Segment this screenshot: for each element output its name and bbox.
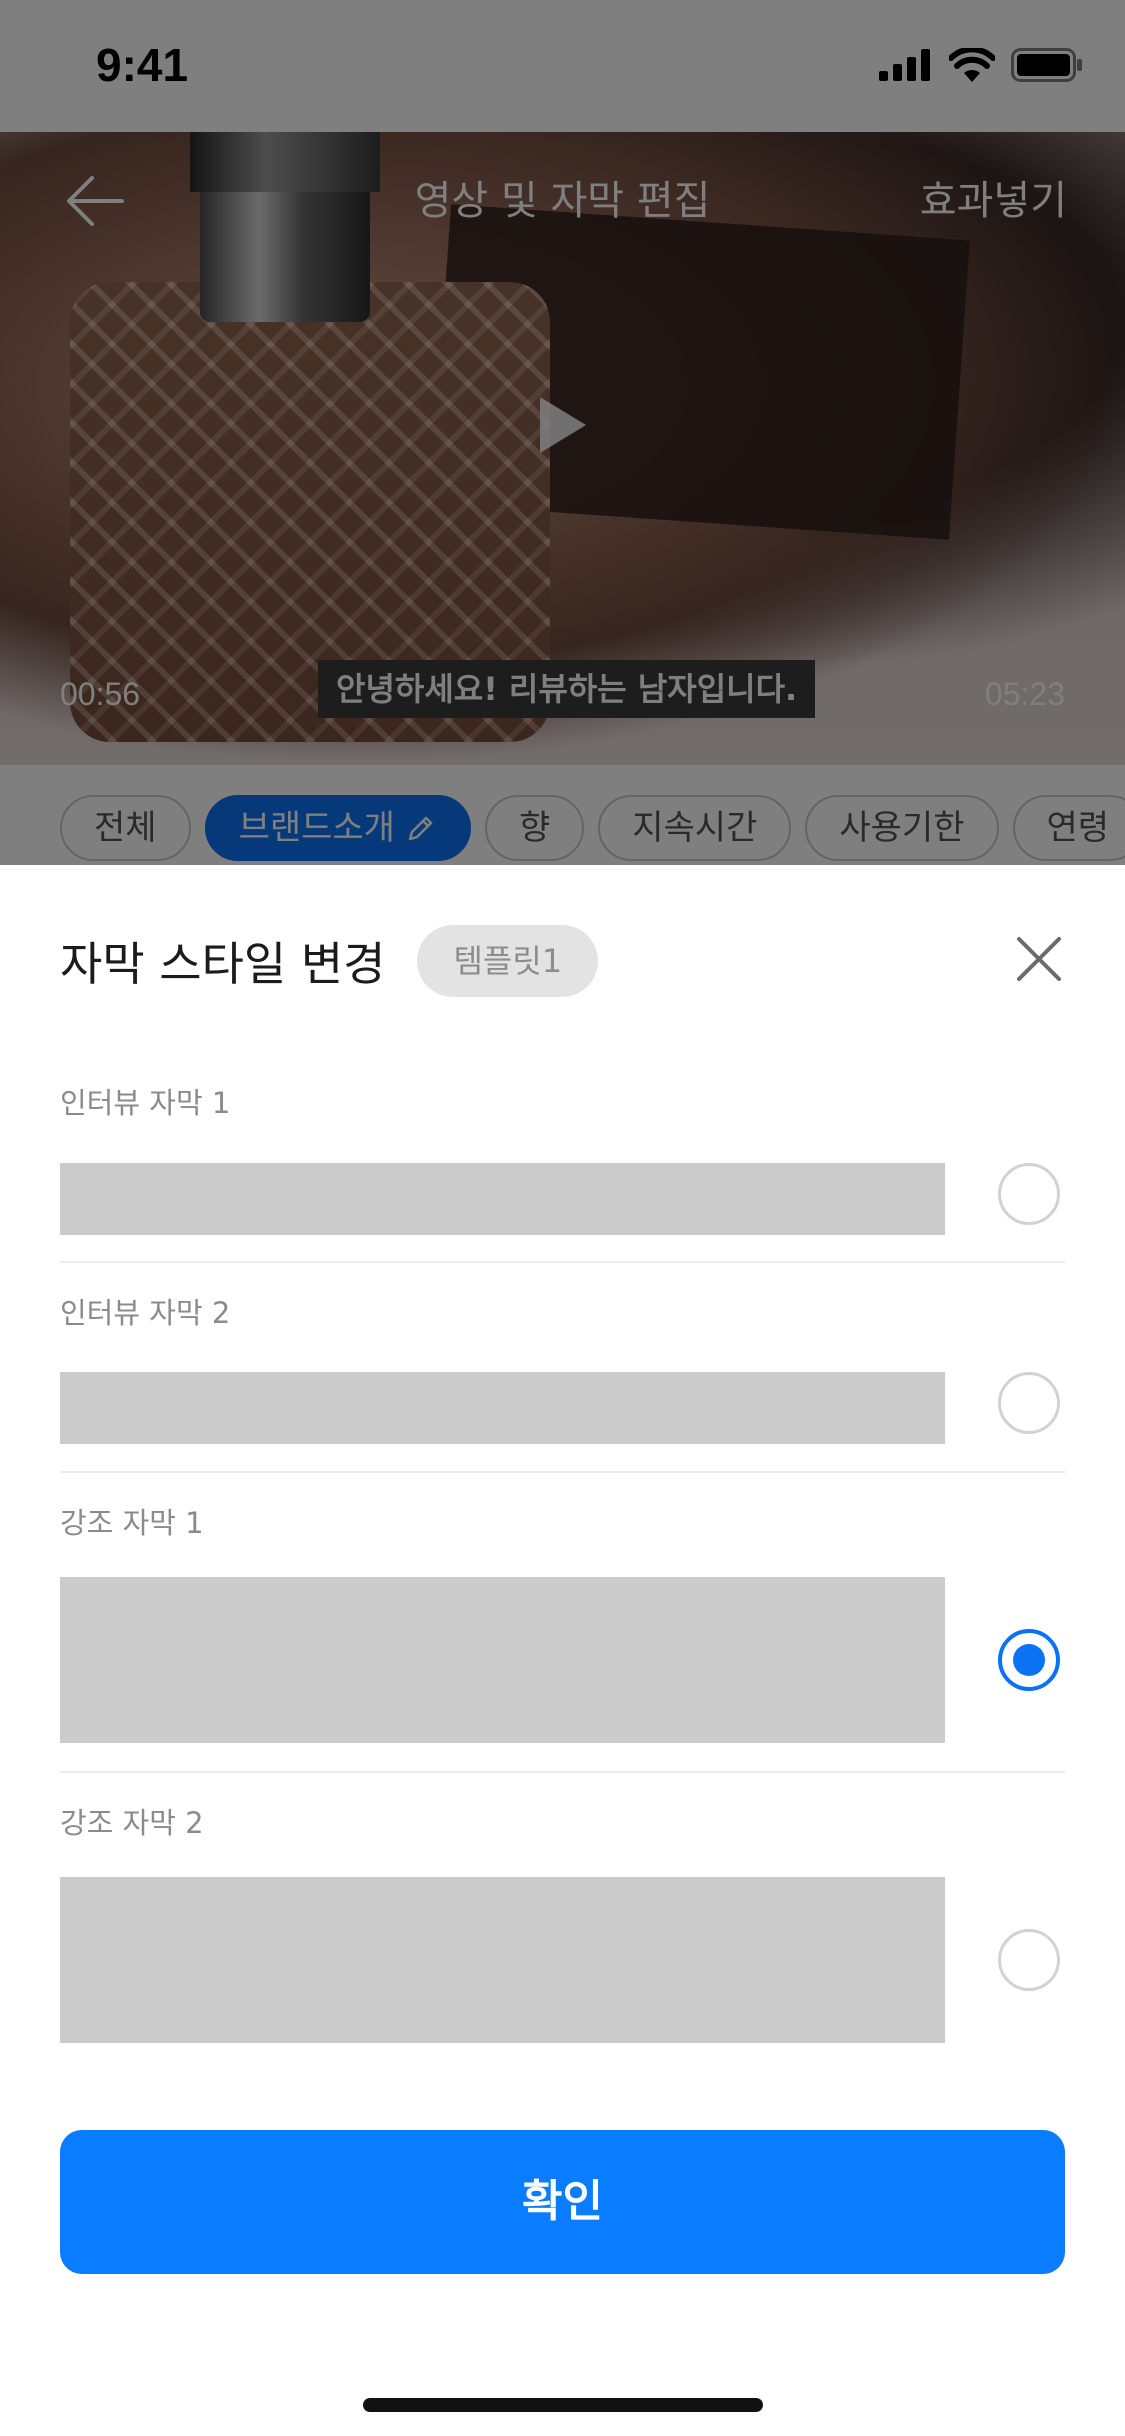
option-label: 강조 자막 2 [60,1806,204,1840]
template-badge: 템플릿1 [417,925,599,997]
option-label: 인터뷰 자막 1 [60,1086,231,1120]
sheet-header: 자막 스타일 변경 템플릿1 [60,925,599,997]
option-label: 강조 자막 1 [60,1506,204,1540]
option-preview [60,1577,945,1743]
option-preview [60,1877,945,2043]
divider [60,1261,1065,1263]
style-option-interview-1[interactable]: 인터뷰 자막 1 [60,1083,1065,1235]
option-radio[interactable] [998,1929,1060,1991]
home-indicator [363,2398,763,2412]
option-label: 인터뷰 자막 2 [60,1296,231,1330]
option-preview [60,1163,945,1235]
style-option-emphasis-2[interactable]: 강조 자막 2 [60,1803,1065,2043]
sheet-title: 자막 스타일 변경 [60,937,386,991]
style-option-emphasis-1[interactable]: 강조 자막 1 [60,1503,1065,1743]
option-radio[interactable] [998,1163,1060,1225]
option-radio[interactable] [998,1372,1060,1434]
divider [60,1471,1065,1473]
modal-overlay[interactable] [0,0,1125,865]
option-radio-selected[interactable] [998,1629,1060,1691]
subtitle-style-sheet: 자막 스타일 변경 템플릿1 인터뷰 자막 1 인터뷰 자막 2 강조 자막 1… [0,865,1125,2436]
divider [60,1771,1065,1773]
style-option-interview-2[interactable]: 인터뷰 자막 2 [60,1293,1065,1444]
option-preview [60,1372,945,1444]
confirm-button[interactable]: 확인 [60,2130,1065,2274]
close-icon[interactable] [1011,931,1067,987]
